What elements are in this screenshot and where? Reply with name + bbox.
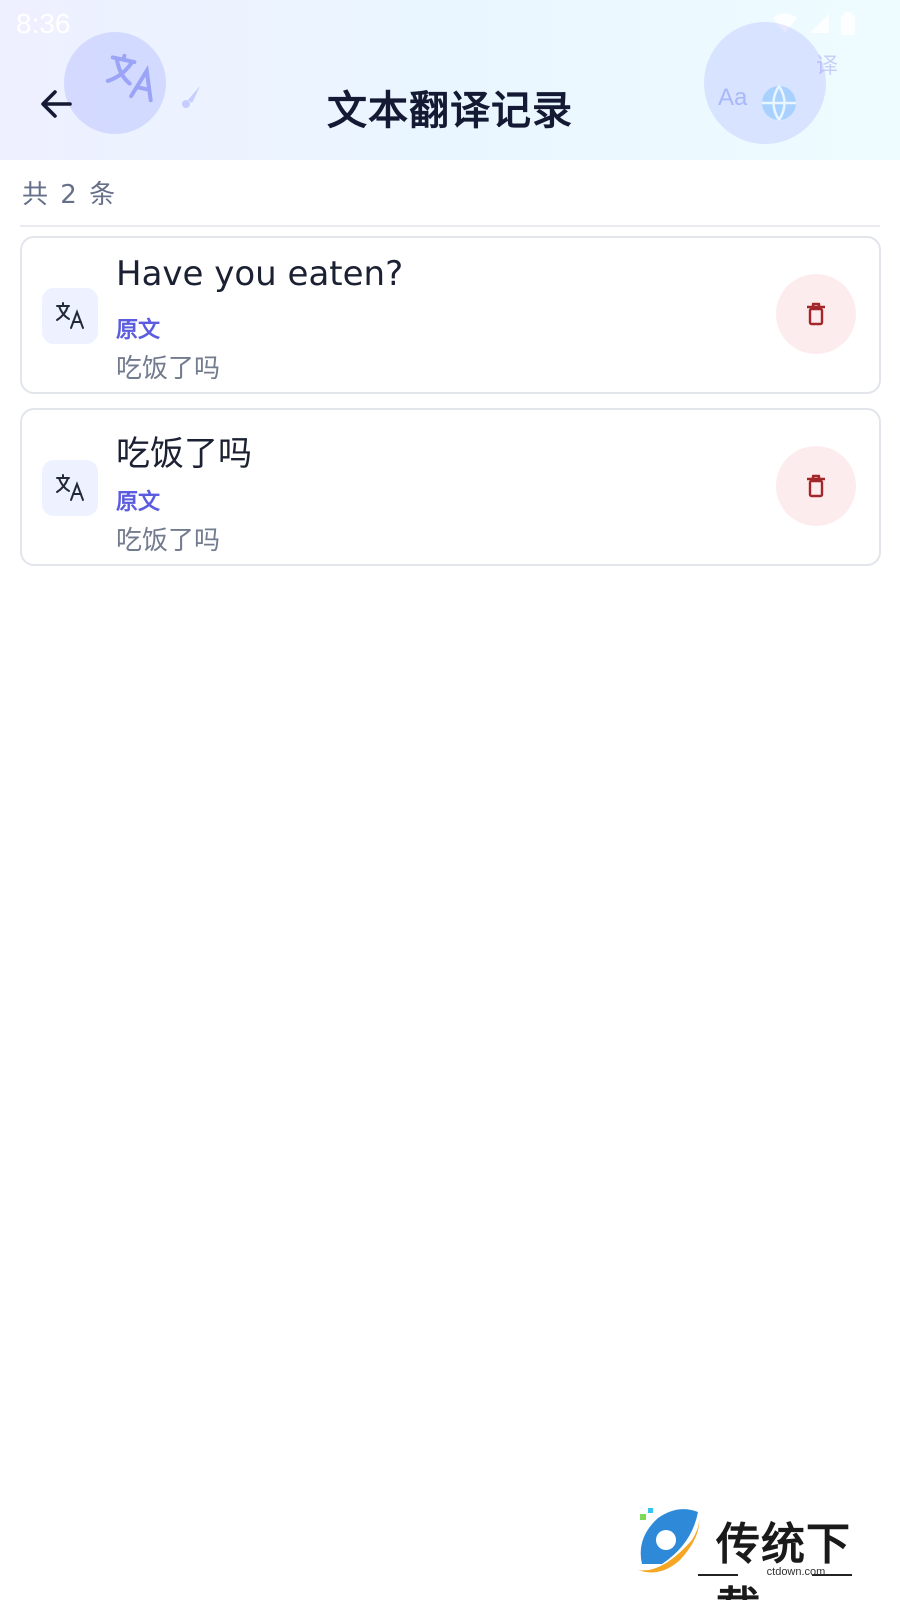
decorative-char: 译 xyxy=(816,54,839,79)
translate-icon xyxy=(42,460,98,516)
translation-text: 吃饭了吗 xyxy=(116,434,252,474)
watermark-logo-icon xyxy=(638,1508,700,1573)
watermark-domain: ctdown.com xyxy=(766,1566,826,1578)
source-label: 原文 xyxy=(116,490,161,515)
watermark: 传统下载 ctdown.com xyxy=(632,1504,882,1600)
page: 8:36 Aa 译 文本翻译记录 共 2 条 Have you eaten? 原… xyxy=(0,0,900,1600)
signal-icon xyxy=(810,14,829,33)
battery-icon xyxy=(841,12,855,35)
source-text: 吃饭了吗 xyxy=(116,354,221,384)
record-count: 共 2 条 xyxy=(22,180,118,210)
translate-icon xyxy=(42,288,98,344)
app-header: 8:36 Aa 译 文本翻译记录 xyxy=(0,0,900,160)
delete-button[interactable] xyxy=(776,446,856,526)
record-card[interactable]: 吃饭了吗 原文 吃饭了吗 xyxy=(20,408,881,566)
translation-text: Have you eaten? xyxy=(116,254,404,294)
page-title: 文本翻译记录 xyxy=(327,88,573,134)
trash-icon xyxy=(807,302,825,326)
divider xyxy=(20,225,880,227)
delete-button[interactable] xyxy=(776,274,856,354)
source-label: 原文 xyxy=(116,318,161,343)
watermark-brand: 传统下载 xyxy=(716,1519,851,1600)
record-card[interactable]: Have you eaten? 原文 吃饭了吗 xyxy=(20,236,881,394)
source-text: 吃饭了吗 xyxy=(116,526,221,556)
status-time: 8:36 xyxy=(16,8,71,39)
trash-icon xyxy=(807,474,825,498)
